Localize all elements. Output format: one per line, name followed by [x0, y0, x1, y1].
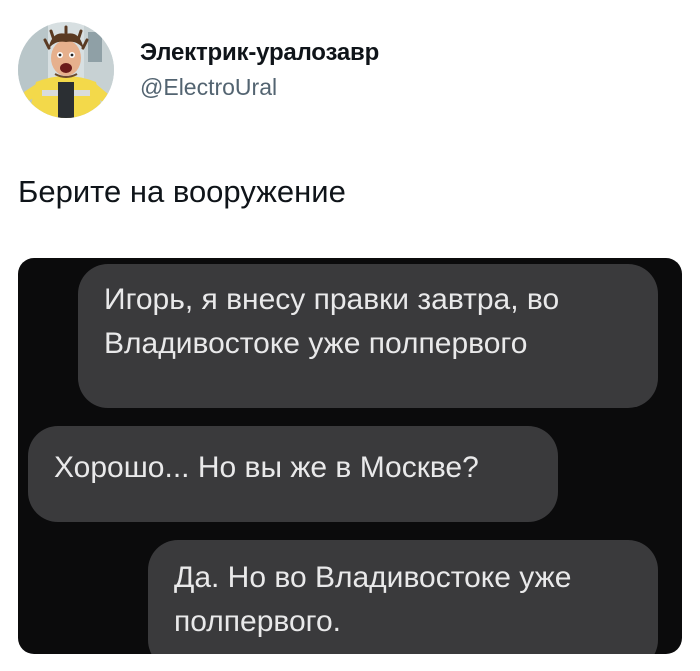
- tweet-text: Берите на вооружение: [18, 174, 346, 209]
- message-text-line: полпервого.: [174, 605, 341, 638]
- message-bubble-outgoing: Да. Но во Владивостоке уже полпервого.: [148, 540, 658, 654]
- message-bubble-incoming: Хорошо... Но вы же в Москве?: [28, 426, 558, 522]
- tweet-header: Электрик-уралозавр @ElectroUral: [18, 22, 379, 118]
- tweet-card: Электрик-уралозавр @ElectroUral Берите н…: [0, 0, 700, 671]
- message-text-line: Владивостоке уже полпервого: [104, 327, 528, 360]
- avatar[interactable]: [18, 22, 114, 118]
- message-text-line: Да. Но во Владивостоке уже: [174, 561, 572, 594]
- avatar-photo-icon: [18, 22, 114, 118]
- message-bubble-outgoing: Игорь, я внесу правки завтра, во Владиво…: [78, 264, 658, 408]
- author-display-name[interactable]: Электрик-уралозавр: [140, 38, 379, 68]
- tweet-media-image[interactable]: Игорь, я внесу правки завтра, во Владиво…: [18, 258, 682, 654]
- message-text-line: Хорошо... Но вы же в Москве?: [54, 451, 479, 484]
- message-text-line: Игорь, я внесу правки завтра, во: [104, 283, 560, 316]
- author-info: Электрик-уралозавр @ElectroUral: [140, 22, 379, 118]
- author-handle[interactable]: @ElectroUral: [140, 72, 379, 102]
